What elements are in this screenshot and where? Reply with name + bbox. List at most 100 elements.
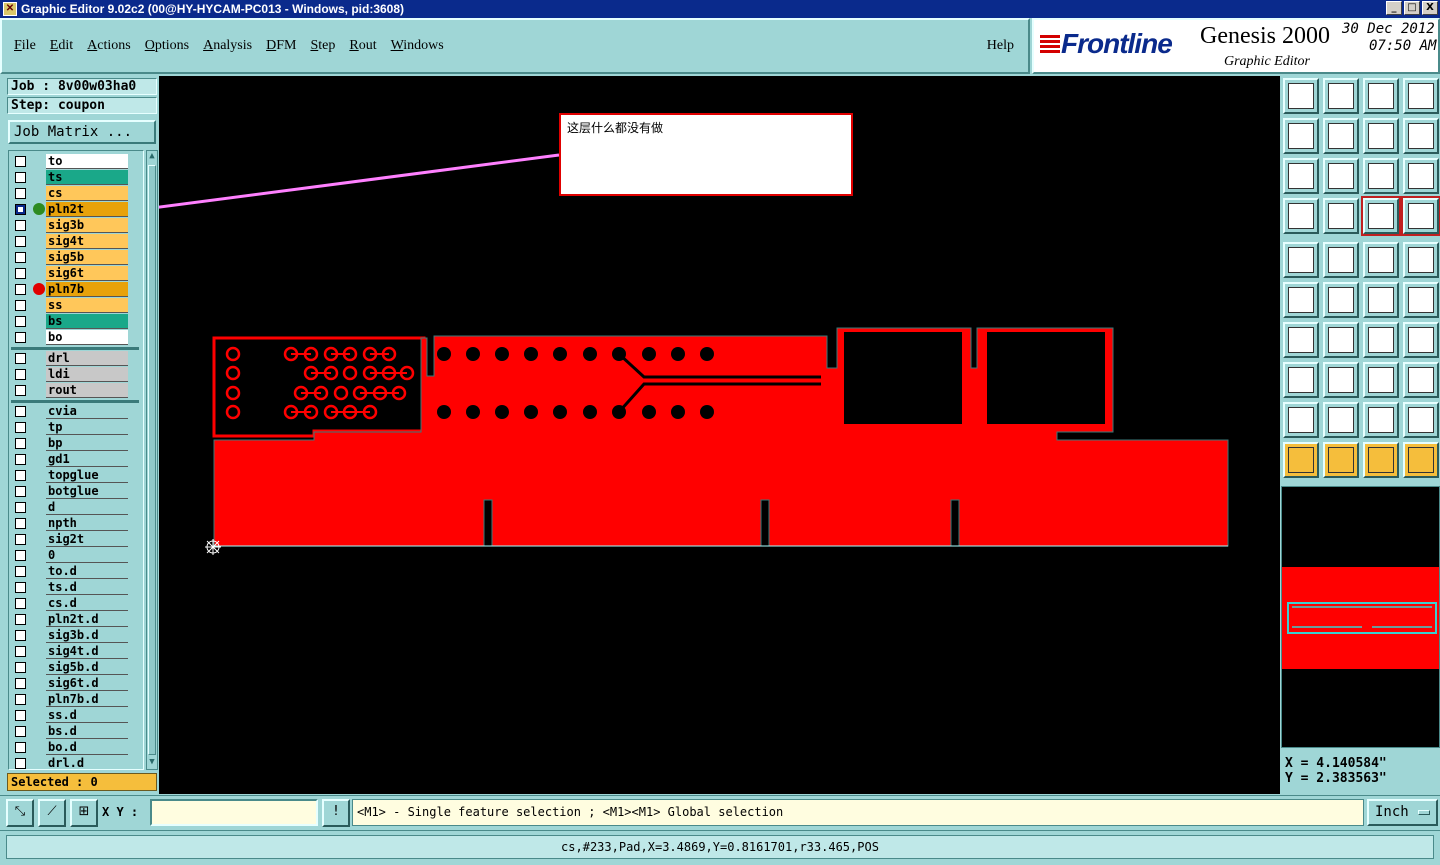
- layer-display-dot-icon[interactable]: [33, 203, 45, 215]
- layer-name[interactable]: ts.d: [46, 580, 128, 595]
- layer-row-d[interactable]: d: [9, 500, 139, 515]
- execute-button[interactable]: !: [322, 799, 350, 827]
- layer-name[interactable]: ss: [46, 298, 128, 313]
- net-node-button[interactable]: [1283, 362, 1319, 398]
- layer-row-sig3b-d[interactable]: sig3b.d: [9, 628, 139, 643]
- layer-row-sig6t-d[interactable]: sig6t.d: [9, 676, 139, 691]
- xy-input[interactable]: [150, 799, 318, 826]
- layer-name[interactable]: drl: [46, 351, 128, 366]
- layer-checkbox[interactable]: [15, 534, 26, 545]
- layer-color-button[interactable]: [1363, 198, 1399, 234]
- layer-name[interactable]: to: [46, 154, 128, 169]
- layer-row-bo[interactable]: bo: [9, 330, 139, 345]
- menu-file[interactable]: File: [14, 38, 36, 54]
- grid-button[interactable]: [1323, 198, 1359, 234]
- layer-checkbox[interactable]: [15, 502, 26, 513]
- layer-row-ts-d[interactable]: ts.d: [9, 580, 139, 595]
- layer-row-sig3b[interactable]: sig3b: [9, 218, 139, 233]
- align-button[interactable]: [1403, 322, 1439, 358]
- layer-name[interactable]: to.d: [46, 564, 128, 579]
- layer-checkbox[interactable]: [15, 726, 26, 737]
- layer-checkbox[interactable]: [15, 646, 26, 657]
- layer-checkbox[interactable]: [15, 758, 26, 769]
- layer-checkbox[interactable]: [15, 566, 26, 577]
- layer-name[interactable]: npth: [46, 516, 128, 531]
- triangle-fill-button[interactable]: [1363, 402, 1399, 438]
- layer-checkbox[interactable]: [15, 454, 26, 465]
- layer-name[interactable]: pln2t.d: [46, 612, 128, 627]
- window-split-button[interactable]: [1403, 78, 1439, 114]
- layer-checkbox[interactable]: [15, 598, 26, 609]
- cross-select-button[interactable]: [1323, 282, 1359, 318]
- open-job-button[interactable]: [1283, 78, 1319, 114]
- layer-row-ts[interactable]: ts: [9, 170, 139, 185]
- overview-panel[interactable]: [1281, 486, 1440, 748]
- layer-checkbox[interactable]: [15, 300, 26, 311]
- layer-name[interactable]: drl.d: [46, 756, 128, 769]
- graphic-canvas[interactable]: 这层什么都没有做: [159, 76, 1280, 794]
- layer-checkbox[interactable]: [15, 438, 26, 449]
- layer-row-ss-d[interactable]: ss.d: [9, 708, 139, 723]
- properties-button[interactable]: [1283, 198, 1319, 234]
- cursor-zoom-button[interactable]: [1363, 442, 1399, 478]
- layer-checkbox[interactable]: [15, 518, 26, 529]
- layer-name[interactable]: tp: [46, 420, 128, 435]
- layer-name[interactable]: cs: [46, 186, 128, 201]
- layer-name[interactable]: bo: [46, 330, 128, 345]
- layer-name[interactable]: 0: [46, 548, 128, 563]
- layer-checkbox[interactable]: [15, 156, 26, 167]
- layer-checkbox[interactable]: [15, 385, 26, 396]
- units-selector[interactable]: Inch: [1367, 799, 1438, 826]
- move-group-button[interactable]: [1403, 362, 1439, 398]
- layer-display-dot-icon[interactable]: [33, 283, 45, 295]
- layer-name[interactable]: ts: [46, 170, 128, 185]
- layer-name[interactable]: d: [46, 500, 128, 515]
- menu-edit[interactable]: Edit: [50, 38, 73, 54]
- layer-name[interactable]: pln2t: [46, 202, 128, 217]
- layer-name[interactable]: topglue: [46, 468, 128, 483]
- layer-row-drl-d[interactable]: drl.d: [9, 756, 139, 769]
- layer-row-0[interactable]: 0: [9, 548, 139, 563]
- trace-cut-button[interactable]: [1323, 362, 1359, 398]
- layer-name[interactable]: rout: [46, 383, 128, 398]
- job-matrix-button[interactable]: Job Matrix ...: [8, 120, 156, 144]
- layer-name[interactable]: pln7b: [46, 282, 128, 297]
- save-button[interactable]: [1323, 78, 1359, 114]
- zoom-next-button[interactable]: [1323, 118, 1359, 154]
- layer-checkbox[interactable]: [15, 742, 26, 753]
- layer-row-to[interactable]: to: [9, 154, 139, 169]
- measure-button[interactable]: ⟋: [38, 799, 66, 827]
- layer-name[interactable]: pln7b.d: [46, 692, 128, 707]
- layer-checkbox[interactable]: [15, 550, 26, 561]
- help-button[interactable]: [1403, 158, 1439, 194]
- zoom-fit-button[interactable]: [1283, 158, 1319, 194]
- layer-row-botglue[interactable]: botglue: [9, 484, 139, 499]
- draw-angle-button[interactable]: [1283, 322, 1319, 358]
- select-move-button[interactable]: [1363, 282, 1399, 318]
- zoom-area-button[interactable]: ⤡: [6, 799, 34, 827]
- layer-checkbox[interactable]: [15, 422, 26, 433]
- minimize-button[interactable]: _: [1386, 1, 1402, 15]
- layer-checkbox[interactable]: [15, 486, 26, 497]
- layer-row-ldi[interactable]: ldi: [9, 367, 139, 382]
- layer-checkbox[interactable]: [15, 353, 26, 364]
- cursor-box-button[interactable]: [1323, 442, 1359, 478]
- menu-options[interactable]: Options: [145, 38, 189, 54]
- layer-row-sig4t-d[interactable]: sig4t.d: [9, 644, 139, 659]
- arc-button[interactable]: [1363, 322, 1399, 358]
- triangle-flat-button[interactable]: [1403, 402, 1439, 438]
- layer-checkbox[interactable]: [15, 406, 26, 417]
- draw-line-button[interactable]: [1323, 322, 1359, 358]
- cursor-route-button[interactable]: [1403, 442, 1439, 478]
- layer-row-cs-d[interactable]: cs.d: [9, 596, 139, 611]
- layer-name[interactable]: sig6t.d: [46, 676, 128, 691]
- layer-checkbox[interactable]: [15, 252, 26, 263]
- close-button[interactable]: X: [1422, 1, 1438, 15]
- layer-name[interactable]: ss.d: [46, 708, 128, 723]
- layer-name[interactable]: sig2t: [46, 532, 128, 547]
- layer-checkbox[interactable]: [15, 614, 26, 625]
- layer-row-sig5b[interactable]: sig5b: [9, 250, 139, 265]
- layer-name[interactable]: gd1: [46, 452, 128, 467]
- layer-row-bp[interactable]: bp: [9, 436, 139, 451]
- layer-row-bs-d[interactable]: bs.d: [9, 724, 139, 739]
